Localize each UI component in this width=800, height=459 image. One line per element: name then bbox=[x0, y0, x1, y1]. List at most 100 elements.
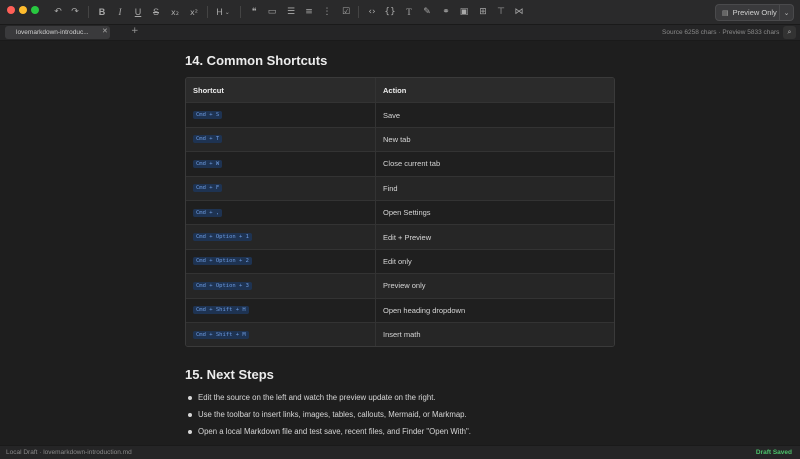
status-bar: Local Draft · lovemarkdown-introduction.… bbox=[0, 445, 800, 459]
shortcut-cell: Cmd + S bbox=[186, 103, 376, 127]
redo-icon[interactable]: ↷ bbox=[68, 5, 82, 19]
section-heading-shortcuts: 14. Common Shortcuts bbox=[185, 53, 328, 68]
section-heading-next-steps: 15. Next Steps bbox=[185, 367, 274, 382]
heading-label: H bbox=[216, 7, 223, 17]
tab-label: lovemarkdown-introduc... bbox=[16, 29, 89, 36]
bullet-list-icon[interactable]: ☰ bbox=[284, 5, 298, 19]
tab-active-document[interactable]: lovemarkdown-introduc... ✕ bbox=[5, 26, 110, 39]
list-item: Edit the source on the left and watch th… bbox=[186, 393, 471, 410]
shortcut-cell: Cmd + Option + 2 bbox=[186, 249, 376, 274]
action-cell: Open heading dropdown bbox=[383, 305, 466, 315]
shortcut-code: Cmd + F bbox=[193, 184, 223, 193]
view-mode-label: Preview Only bbox=[732, 8, 777, 17]
action-cell: Open Settings bbox=[383, 208, 431, 218]
image-icon[interactable]: ▣ bbox=[457, 5, 471, 19]
table-header-cell: Action bbox=[383, 85, 407, 95]
toolbar: ↶ ↷ B I U S x₂ x² H ⌄ ❝ ▭ ☰ ≡ ⋮ ☑ ‹› {} T… bbox=[0, 0, 800, 25]
view-mode-button[interactable]: ▤ Preview Only bbox=[715, 4, 780, 21]
ordered-list-icon[interactable]: ≡ bbox=[302, 5, 316, 19]
table-header-cell: Shortcut bbox=[186, 78, 376, 103]
superscript-icon[interactable]: x² bbox=[187, 5, 201, 19]
char-count-stats: Source 6258 chars · Preview 5833 chars bbox=[662, 29, 780, 36]
action-cell: Edit + Preview bbox=[383, 232, 432, 242]
chevron-down-icon: ⌄ bbox=[224, 9, 230, 16]
action-cell: Close current tab bbox=[383, 159, 441, 169]
toolbar-divider bbox=[88, 6, 89, 18]
action-cell: New tab bbox=[383, 134, 411, 144]
shortcut-cell: Cmd + F bbox=[186, 176, 376, 200]
table-row: Cmd + W Close current tab bbox=[186, 151, 614, 176]
save-status-badge: Draft Saved bbox=[755, 449, 792, 456]
view-mode-dropdown[interactable]: ⌄ bbox=[780, 4, 794, 21]
italic-icon[interactable]: I bbox=[113, 5, 127, 19]
heading-dropdown[interactable]: H ⌄ bbox=[214, 5, 232, 19]
preview-pane[interactable]: 14. Common Shortcuts Shortcut Action Cmd… bbox=[0, 42, 800, 445]
table-row: Cmd + Option + 2 Edit only bbox=[186, 248, 614, 274]
minimize-window-button[interactable] bbox=[19, 6, 27, 14]
search-icon[interactable]: ⌕ bbox=[783, 26, 796, 39]
text-format-icon[interactable]: T bbox=[402, 5, 416, 19]
toolbar-divider bbox=[240, 6, 241, 18]
undo-icon[interactable]: ↶ bbox=[51, 5, 65, 19]
shortcut-cell: Cmd + T bbox=[186, 127, 376, 152]
shortcut-code: Cmd + W bbox=[193, 159, 223, 168]
table-row: Cmd + Option + 1 Edit + Preview bbox=[186, 224, 614, 249]
action-cell: Edit only bbox=[383, 256, 412, 266]
strikethrough-icon[interactable]: S bbox=[149, 5, 163, 19]
shortcut-code: Cmd + Option + 3 bbox=[193, 281, 252, 290]
code-icon[interactable]: ‹› bbox=[365, 5, 379, 19]
subscript-icon[interactable]: x₂ bbox=[168, 5, 182, 19]
table-row: Cmd + Shift + H Open heading dropdown bbox=[186, 297, 614, 322]
table-row: Cmd + T New tab bbox=[186, 126, 614, 152]
table-row: Cmd + Option + 3 Preview only bbox=[186, 273, 614, 298]
shortcut-code: Cmd + Shift + H bbox=[193, 306, 249, 315]
highlight-icon[interactable]: ✎ bbox=[420, 5, 434, 19]
chevron-down-icon: ⌄ bbox=[783, 8, 790, 17]
preview-icon: ▤ bbox=[722, 8, 729, 17]
list-item: Use the toolbar to insert links, images,… bbox=[186, 410, 471, 427]
list-item: Open a local Markdown file and test save… bbox=[186, 427, 471, 444]
shortcut-cell: Cmd + , bbox=[186, 200, 376, 225]
mermaid-icon[interactable]: ⊤ bbox=[494, 5, 508, 19]
shortcut-code: Cmd + S bbox=[193, 111, 223, 120]
action-cell: Preview only bbox=[383, 281, 426, 291]
table-row: Cmd + S Save bbox=[186, 102, 614, 127]
shortcut-code: Cmd + Option + 2 bbox=[193, 257, 252, 266]
table-row: Cmd + , Open Settings bbox=[186, 199, 614, 225]
shortcut-cell: Cmd + Option + 1 bbox=[186, 225, 376, 249]
close-icon[interactable]: ✕ bbox=[102, 27, 108, 35]
table-row: Cmd + F Find bbox=[186, 175, 614, 200]
add-tab-icon[interactable]: + bbox=[131, 26, 139, 36]
table-icon[interactable]: ⊞ bbox=[476, 5, 490, 19]
comment-icon[interactable]: ▭ bbox=[265, 5, 279, 19]
underline-icon[interactable]: U bbox=[131, 5, 145, 19]
shortcuts-table: Shortcut Action Cmd + S Save Cmd + T New… bbox=[185, 77, 615, 348]
shortcut-cell: Cmd + Option + 3 bbox=[186, 274, 376, 298]
shortcut-cell: Cmd + Shift + M bbox=[186, 322, 376, 347]
blockquote-icon[interactable]: ❝ bbox=[247, 5, 261, 19]
numbered-list-icon[interactable]: ⋮ bbox=[320, 5, 334, 19]
code-block-icon[interactable]: {} bbox=[383, 5, 397, 19]
action-cell: Find bbox=[383, 183, 398, 193]
toolbar-divider bbox=[207, 6, 208, 18]
next-steps-list: Edit the source on the left and watch th… bbox=[186, 393, 471, 444]
shortcut-cell: Cmd + W bbox=[186, 152, 376, 176]
action-cell: Insert math bbox=[383, 330, 421, 340]
task-list-icon[interactable]: ☑ bbox=[339, 5, 353, 19]
markmap-icon[interactable]: ⋈ bbox=[512, 5, 526, 19]
table-header-row: Shortcut Action bbox=[186, 78, 614, 103]
shortcut-code: Cmd + , bbox=[193, 208, 223, 217]
action-cell: Save bbox=[383, 110, 401, 120]
link-icon[interactable]: ⚭ bbox=[439, 5, 453, 19]
shortcut-cell: Cmd + Shift + H bbox=[186, 298, 376, 322]
zoom-window-button[interactable] bbox=[31, 6, 39, 14]
toolbar-divider bbox=[358, 6, 359, 18]
shortcut-code: Cmd + Shift + M bbox=[193, 330, 249, 339]
table-row: Cmd + Shift + M Insert math bbox=[186, 321, 614, 347]
bold-icon[interactable]: B bbox=[95, 5, 109, 19]
close-window-button[interactable] bbox=[7, 6, 15, 14]
tab-bar: lovemarkdown-introduc... ✕ + Source 6258… bbox=[0, 25, 800, 41]
document-status: Local Draft · lovemarkdown-introduction.… bbox=[6, 449, 132, 456]
shortcut-code: Cmd + T bbox=[193, 135, 223, 144]
shortcut-code: Cmd + Option + 1 bbox=[193, 233, 252, 242]
